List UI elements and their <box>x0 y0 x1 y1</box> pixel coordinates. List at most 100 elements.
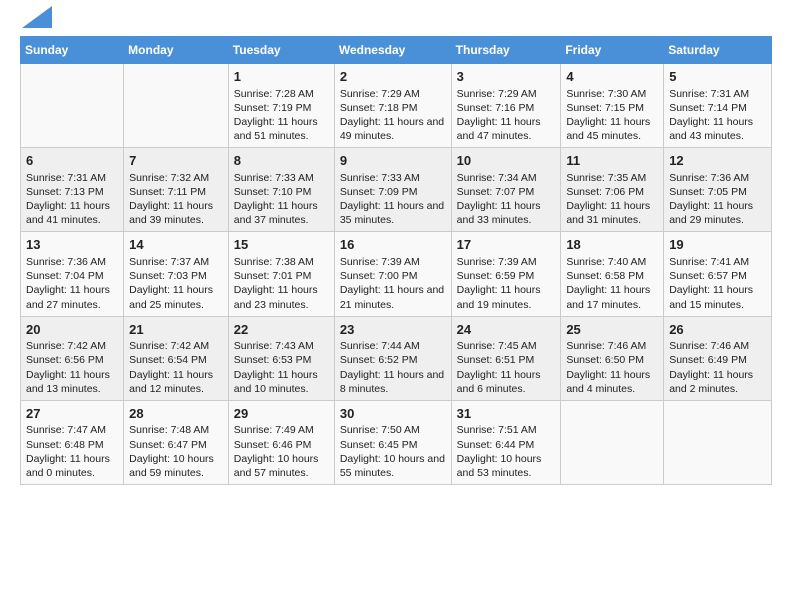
day-number: 21 <box>129 321 223 339</box>
logo-wing-icon <box>22 6 52 28</box>
daylight: Daylight: 11 hours and 4 minutes. <box>566 369 650 395</box>
cell-week1-day4: 2 Sunrise: 7:29 AM Sunset: 7:18 PM Daylight… <box>334 64 451 148</box>
cell-week2-day3: 8Sunrise: 7:33 AMSunset: 7:10 PMDaylight… <box>228 148 334 232</box>
cell-week5-day5: 31Sunrise: 7:51 AMSunset: 6:44 PMDayligh… <box>451 400 561 484</box>
daylight: Daylight: 11 hours and 25 minutes. <box>129 284 213 310</box>
day-number: 6 <box>26 152 118 170</box>
cell-week1-day1 <box>21 64 124 148</box>
page-header <box>0 0 792 32</box>
sunset: Sunset: 6:50 PM <box>566 354 644 366</box>
sunrise: Sunrise: 7:31 AM <box>669 88 749 100</box>
cell-week2-day1: 6 Sunrise: 7:31 AM Sunset: 7:13 PM Daylight… <box>21 148 124 232</box>
sunrise: Sunrise: 7:50 AM <box>340 424 420 436</box>
daylight: Daylight: 11 hours and 37 minutes. <box>234 200 318 226</box>
logo <box>20 12 52 28</box>
sunset: Sunset: 7:01 PM <box>234 270 312 282</box>
daylight: Daylight: 11 hours and 21 minutes. <box>340 284 444 310</box>
daylight: Daylight: 11 hours and 15 minutes. <box>669 284 753 310</box>
daylight: Daylight: 11 hours and 33 minutes. <box>457 200 541 226</box>
sunrise: Sunrise: 7:39 AM <box>457 256 537 268</box>
col-header-saturday: Saturday <box>664 37 772 64</box>
daylight: Daylight: 11 hours and 31 minutes. <box>566 200 650 226</box>
daylight: Daylight: 11 hours and 49 minutes. <box>340 116 444 142</box>
cell-week1-day2 <box>124 64 229 148</box>
daylight: Daylight: 11 hours and 0 minutes. <box>26 453 110 479</box>
sunrise: Sunrise: 7:29 AM <box>457 88 537 100</box>
sunrise: Sunrise: 7:51 AM <box>457 424 537 436</box>
sunset: Sunset: 7:14 PM <box>669 102 747 114</box>
sunrise: Sunrise: 7:36 AM <box>669 172 749 184</box>
day-number: 8 <box>234 152 329 170</box>
day-number: 24 <box>457 321 556 339</box>
cell-week5-day3: 29Sunrise: 7:49 AMSunset: 6:46 PMDayligh… <box>228 400 334 484</box>
sunset: Sunset: 6:56 PM <box>26 354 104 366</box>
cell-week4-day4: 23Sunrise: 7:44 AMSunset: 6:52 PMDayligh… <box>334 316 451 400</box>
cell-week2-day4: 9Sunrise: 7:33 AMSunset: 7:09 PMDaylight… <box>334 148 451 232</box>
sunrise: Sunrise: 7:38 AM <box>234 256 314 268</box>
sunrise: Sunrise: 7:40 AM <box>566 256 646 268</box>
sunset: Sunset: 7:18 PM <box>340 102 418 114</box>
sunrise: Sunrise: 7:37 AM <box>129 256 209 268</box>
cell-week4-day1: 20Sunrise: 7:42 AMSunset: 6:56 PMDayligh… <box>21 316 124 400</box>
week-row-4: 20Sunrise: 7:42 AMSunset: 6:56 PMDayligh… <box>21 316 772 400</box>
sunrise: Sunrise: 7:31 AM <box>26 172 106 184</box>
day-number: 30 <box>340 405 446 423</box>
sunrise: Sunrise: 7:45 AM <box>457 340 537 352</box>
day-number: 28 <box>129 405 223 423</box>
day-number: 7 <box>129 152 223 170</box>
sunrise: Sunrise: 7:29 AM <box>340 88 420 100</box>
sunrise: Sunrise: 7:36 AM <box>26 256 106 268</box>
daylight: Daylight: 11 hours and 41 minutes. <box>26 200 110 226</box>
daylight: Daylight: 11 hours and 12 minutes. <box>129 369 213 395</box>
daylight: Daylight: 11 hours and 27 minutes. <box>26 284 110 310</box>
sunrise: Sunrise: 7:32 AM <box>129 172 209 184</box>
col-header-tuesday: Tuesday <box>228 37 334 64</box>
day-number: 12 <box>669 152 766 170</box>
sunrise: Sunrise: 7:30 AM <box>566 88 646 100</box>
sunset: Sunset: 6:52 PM <box>340 354 418 366</box>
sunset: Sunset: 7:09 PM <box>340 186 418 198</box>
calendar-container: SundayMondayTuesdayWednesdayThursdayFrid… <box>0 32 792 495</box>
calendar-table: SundayMondayTuesdayWednesdayThursdayFrid… <box>20 36 772 485</box>
sunset: Sunset: 7:05 PM <box>669 186 747 198</box>
cell-week5-day4: 30Sunrise: 7:50 AMSunset: 6:45 PMDayligh… <box>334 400 451 484</box>
sunset: Sunset: 7:19 PM <box>234 102 312 114</box>
sunrise: Sunrise: 7:43 AM <box>234 340 314 352</box>
cell-week3-day7: 19Sunrise: 7:41 AMSunset: 6:57 PMDayligh… <box>664 232 772 316</box>
day-number: 29 <box>234 405 329 423</box>
daylight: Daylight: 11 hours and 29 minutes. <box>669 200 753 226</box>
cell-week4-day7: 26Sunrise: 7:46 AMSunset: 6:49 PMDayligh… <box>664 316 772 400</box>
day-number: 2 <box>340 68 446 86</box>
cell-week1-day7: 5Sunrise: 7:31 AMSunset: 7:14 PMDaylight… <box>664 64 772 148</box>
sunset: Sunset: 6:53 PM <box>234 354 312 366</box>
sunset: Sunset: 7:11 PM <box>129 186 206 198</box>
daylight: Daylight: 11 hours and 47 minutes. <box>457 116 541 142</box>
sunset: Sunset: 6:45 PM <box>340 439 418 451</box>
sunset: Sunset: 7:13 PM <box>26 186 104 198</box>
cell-week3-day3: 15Sunrise: 7:38 AMSunset: 7:01 PMDayligh… <box>228 232 334 316</box>
col-header-friday: Friday <box>561 37 664 64</box>
daylight: Daylight: 11 hours and 10 minutes. <box>234 369 318 395</box>
cell-week1-day5: 3Sunrise: 7:29 AMSunset: 7:16 PMDaylight… <box>451 64 561 148</box>
cell-week4-day3: 22Sunrise: 7:43 AMSunset: 6:53 PMDayligh… <box>228 316 334 400</box>
daylight: Daylight: 11 hours and 43 minutes. <box>669 116 753 142</box>
daylight: Daylight: 11 hours and 39 minutes. <box>129 200 213 226</box>
sunset: Sunset: 6:47 PM <box>129 439 207 451</box>
sunrise: Sunrise: 7:42 AM <box>26 340 106 352</box>
day-number: 18 <box>566 236 658 254</box>
sunrise: Sunrise: 7:48 AM <box>129 424 209 436</box>
daylight: Daylight: 11 hours and 17 minutes. <box>566 284 650 310</box>
cell-week3-day1: 13Sunrise: 7:36 AMSunset: 7:04 PMDayligh… <box>21 232 124 316</box>
day-number: 16 <box>340 236 446 254</box>
sunrise: Sunrise: 7:35 AM <box>566 172 646 184</box>
col-header-wednesday: Wednesday <box>334 37 451 64</box>
cell-week3-day2: 14Sunrise: 7:37 AMSunset: 7:03 PMDayligh… <box>124 232 229 316</box>
day-number: 10 <box>457 152 556 170</box>
week-row-1: 1Sunrise: 7:28 AMSunset: 7:19 PMDaylight… <box>21 64 772 148</box>
sunset: Sunset: 7:00 PM <box>340 270 418 282</box>
col-header-monday: Monday <box>124 37 229 64</box>
sunrise: Sunrise: 7:33 AM <box>340 172 420 184</box>
daylight: Daylight: 11 hours and 45 minutes. <box>566 116 650 142</box>
sunset: Sunset: 6:59 PM <box>457 270 535 282</box>
sunrise: Sunrise: 7:44 AM <box>340 340 420 352</box>
